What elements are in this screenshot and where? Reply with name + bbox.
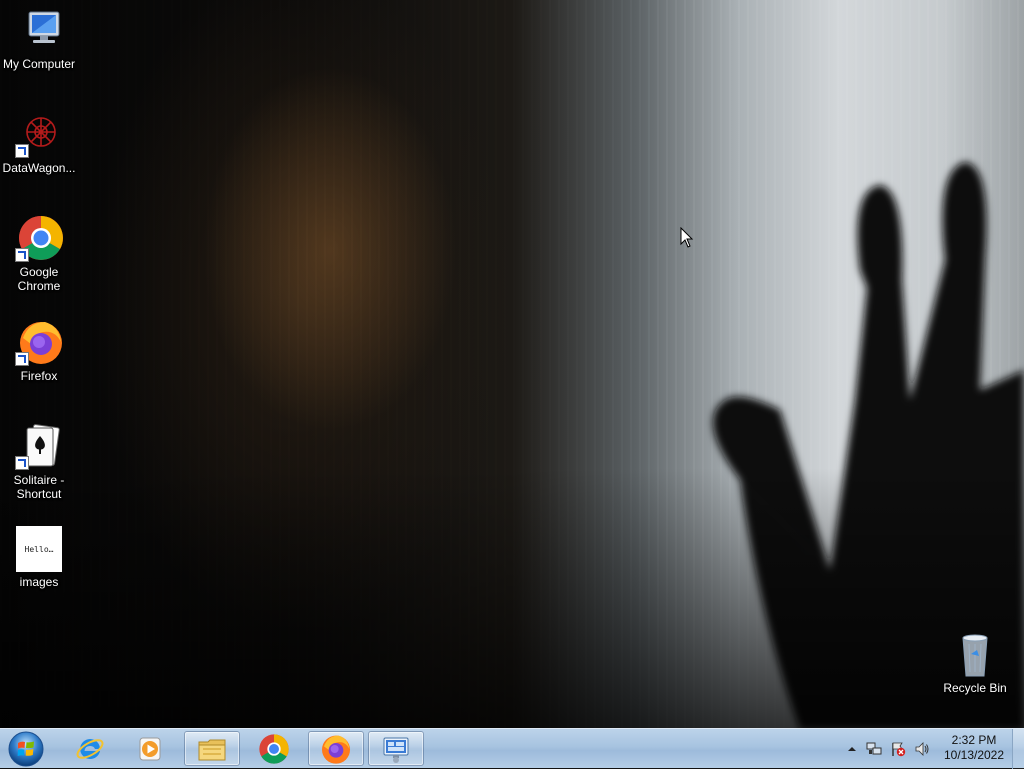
shortcut-arrow-icon: [15, 144, 29, 158]
taskbar-clock[interactable]: 2:32 PM 10/13/2022: [934, 733, 1014, 763]
volume-icon[interactable]: [914, 741, 930, 757]
desktop-icon-recycle-bin[interactable]: Recycle Bin: [936, 630, 1014, 695]
show-desktop-button[interactable]: [1012, 729, 1024, 769]
desktop-icon-solitaire[interactable]: Solitaire - Shortcut: [0, 422, 78, 501]
show-hidden-icons-arrow[interactable]: [844, 741, 860, 757]
image-file-icon: Hello…: [16, 526, 62, 572]
action-center-flag-icon[interactable]: [890, 741, 906, 757]
desktop-icon-label: DataWagon...: [2, 161, 76, 175]
desktop-icon-google-chrome[interactable]: Google Chrome: [0, 214, 78, 293]
taskbar-button-firefox[interactable]: [308, 731, 364, 766]
chrome-icon: [259, 733, 289, 764]
network-icon[interactable]: [866, 741, 882, 757]
taskbar: 2:32 PM 10/13/2022: [0, 728, 1024, 769]
desktop-icon-label: images: [19, 575, 59, 589]
desktop-icon-firefox[interactable]: Firefox: [0, 318, 78, 383]
desktop-icon-label: Recycle Bin: [943, 681, 1007, 695]
mouse-cursor-icon: [680, 227, 694, 248]
image-thumbnail-text: Hello…: [24, 544, 54, 554]
taskbar-button-internet-explorer[interactable]: [62, 731, 118, 766]
clock-time: 2:32 PM: [951, 733, 997, 747]
taskbar-button-media-player[interactable]: [122, 731, 178, 766]
desktop-icon-label: Google Chrome: [17, 265, 61, 293]
datawagon-icon: [15, 110, 63, 158]
ie-icon: [76, 738, 104, 759]
start-button[interactable]: [4, 730, 48, 768]
desktop-icon-label: My Computer: [2, 57, 76, 71]
desktop-icon-my-computer[interactable]: My Computer: [0, 6, 78, 71]
remote-desktop-icon: [383, 737, 409, 763]
desktop-wallpaper: [0, 0, 1024, 728]
shortcut-arrow-icon: [15, 352, 29, 366]
computer-icon: [15, 6, 63, 54]
taskbar-button-windows-explorer[interactable]: [184, 731, 240, 766]
taskbar-button-remote-desktop[interactable]: [368, 731, 424, 766]
recycle-bin-icon: [951, 630, 999, 678]
chrome-icon: [15, 214, 63, 262]
folder-icon: [198, 739, 226, 760]
shortcut-arrow-icon: [15, 248, 29, 262]
desktop-icon-images[interactable]: Hello… images: [0, 526, 78, 589]
shortcut-arrow-icon: [15, 456, 29, 470]
wallpaper-shadow: [0, 468, 1024, 728]
windows-start-orb-icon: [8, 731, 44, 767]
firefox-icon: [15, 318, 63, 366]
desktop-icon-label: Firefox: [20, 369, 58, 383]
desktop-icon-label: Solitaire - Shortcut: [13, 473, 65, 501]
taskbar-button-google-chrome[interactable]: [246, 731, 302, 766]
firefox-icon: [322, 735, 350, 764]
clock-date: 10/13/2022: [943, 748, 1005, 762]
media-player-icon: [139, 737, 161, 760]
desktop-icon-datawagon[interactable]: DataWagon...: [0, 110, 78, 175]
solitaire-icon: [15, 422, 63, 470]
